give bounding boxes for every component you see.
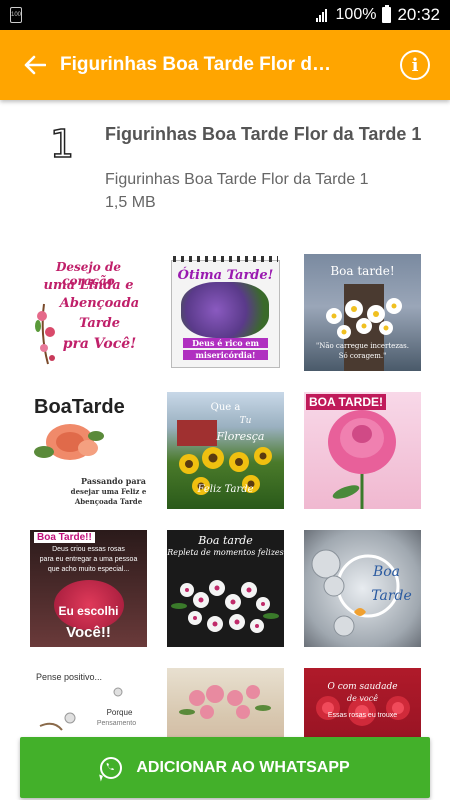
sticker-text: desejar uma Feliz e	[70, 487, 147, 496]
sticker-text: Passando para	[81, 476, 146, 486]
notification-icon-label: 100	[11, 12, 22, 18]
info-button[interactable]: i	[400, 50, 430, 80]
sticker-9[interactable]: Boa Tarde	[304, 530, 421, 647]
sticker-5[interactable]: Que a Tu Floresça Feliz Tarde	[167, 392, 284, 509]
sticker-text: pra Você!	[62, 336, 137, 352]
page-title: Figurinhas Boa Tarde Flor da...	[60, 54, 332, 75]
sticker-text: BoaTarde	[34, 396, 125, 418]
sticker-text: Pensamento	[96, 720, 137, 727]
sticker-text: que acho muito especial...	[47, 566, 130, 573]
add-to-whatsapp-button[interactable]: ADICIONAR AO WHATSAPP	[20, 737, 430, 798]
sticker-3[interactable]: Boa tarde! "Não carregue incertezas. Só …	[304, 254, 421, 371]
sticker-text: Boa tarde!	[330, 264, 395, 278]
sticker-6[interactable]: BOA TARDE!	[304, 392, 421, 509]
info-icon: i	[411, 54, 419, 76]
sticker-text: Repleta de momentos felizes	[167, 548, 284, 557]
sticker-grid: Desejo de coração uma Linda e Abençoada …	[30, 254, 422, 785]
sticker-text: Floresça	[216, 430, 265, 443]
signal-icon	[315, 9, 327, 22]
add-to-whatsapp-label: ADICIONAR AO WHATSAPP	[136, 758, 350, 776]
clock: 20:32	[397, 5, 440, 24]
notification-icon: 100	[10, 7, 22, 23]
sticker-text: "Não carregue incertezas.	[315, 342, 410, 350]
sticker-text: misericórdia!	[183, 350, 268, 360]
sticker-text: O com saudade	[327, 682, 398, 692]
pack-number: 1	[49, 121, 75, 167]
sticker-text: Deus é rico em	[183, 338, 268, 348]
sticker-text: uma Linda e	[43, 278, 134, 293]
sticker-text: Boa	[372, 564, 401, 580]
pack-title: Figurinhas Boa Tarde Flor da Tarde 1	[105, 124, 422, 144]
sticker-text: de você	[347, 694, 378, 703]
app-bar: Figurinhas Boa Tarde Flor da... i	[0, 30, 450, 100]
sticker-text: Boa Tarde!!	[34, 532, 95, 543]
sticker-text: Boa tarde	[198, 534, 253, 547]
sticker-text: Ótima Tarde!	[177, 268, 274, 283]
sticker-2[interactable]: Ótima Tarde! Deus é rico em misericórdia…	[167, 254, 284, 371]
whatsapp-icon	[100, 756, 123, 779]
sticker-4[interactable]: BoaTarde Passando para desejar uma Feliz…	[30, 392, 147, 509]
arrow-left-icon	[24, 55, 46, 75]
sticker-text: Você!!	[66, 624, 111, 641]
sticker-text: Deus criou essas rosas	[52, 546, 125, 553]
sticker-text: Essas rosas eu trouxe	[327, 712, 398, 719]
sticker-text: Abençoada Tarde	[74, 497, 143, 506]
sticker-text: Pense positivo...	[36, 672, 103, 682]
sticker-text: para eu entregar a uma pessoa	[39, 556, 138, 563]
sticker-text: BOA TARDE!	[306, 394, 386, 410]
pack-name: Figurinhas Boa Tarde Flor da Tarde 1	[105, 171, 369, 188]
status-bar: 100 100% 20:32	[0, 0, 450, 30]
battery-percent: 100%	[335, 6, 377, 23]
sticker-text: Tarde	[78, 316, 121, 331]
pack-size: 1,5 MB	[105, 194, 156, 211]
sticker-7[interactable]: Boa Tarde!! Deus criou essas rosas para …	[30, 530, 147, 647]
sticker-text: Só coragem."	[338, 352, 387, 360]
sticker-text: Eu escolhi	[58, 604, 119, 618]
sticker-text: Feliz Tarde	[197, 484, 254, 495]
sticker-text: Porque	[106, 708, 133, 717]
sticker-text: Abençoada	[59, 296, 140, 311]
sticker-text: Tarde	[371, 588, 412, 604]
sticker-1[interactable]: Desejo de coração uma Linda e Abençoada …	[30, 254, 147, 371]
battery-icon	[382, 5, 392, 23]
sticker-8[interactable]: Boa tarde Repleta de momentos felizes	[167, 530, 284, 647]
sticker-text: Que a	[210, 402, 241, 413]
sticker-text: Tu	[239, 416, 252, 426]
